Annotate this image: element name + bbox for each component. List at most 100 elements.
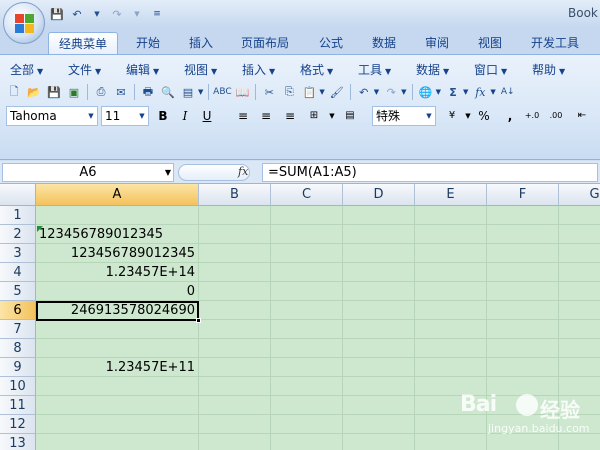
chevron-down-icon[interactable]: ▼ bbox=[436, 88, 441, 96]
insert-function-icon[interactable]: fx bbox=[238, 165, 248, 178]
menu-file[interactable]: 文件 ▼ bbox=[68, 61, 101, 78]
chevron-down-icon[interactable]: ▼ bbox=[374, 88, 379, 96]
decrease-decimal-icon[interactable]: .00 bbox=[546, 106, 566, 126]
column-header-d[interactable]: D bbox=[343, 184, 415, 206]
permission-icon[interactable]: ▣ bbox=[64, 82, 84, 102]
email-icon[interactable]: ✉ bbox=[111, 82, 131, 102]
comma-button[interactable]: , bbox=[500, 106, 520, 126]
increase-decimal-icon[interactable]: +.0 bbox=[522, 106, 542, 126]
cell-a2[interactable]: 123456789012345 bbox=[36, 225, 198, 244]
menu-insert[interactable]: 插入 ▼ bbox=[242, 61, 275, 78]
align-right-icon[interactable]: ≡ bbox=[280, 106, 300, 126]
undo-dropdown-icon[interactable]: ▼ bbox=[88, 5, 106, 23]
menu-data[interactable]: 数据 ▼ bbox=[416, 61, 449, 78]
tab-view[interactable]: 视图 bbox=[478, 32, 502, 54]
chevron-down-icon[interactable]: ▼ bbox=[198, 88, 203, 96]
save-icon[interactable]: 💾 bbox=[48, 5, 66, 23]
print-preview-icon[interactable]: ⎙ bbox=[91, 82, 111, 102]
row-header-10[interactable]: 10 bbox=[0, 377, 36, 396]
copy-icon[interactable]: ⎘ bbox=[279, 82, 299, 102]
row-header-8[interactable]: 8 bbox=[0, 339, 36, 358]
save-icon[interactable]: 💾 bbox=[44, 82, 64, 102]
column-header-e[interactable]: E bbox=[415, 184, 487, 206]
paste-icon[interactable]: 📋 bbox=[299, 82, 319, 102]
underline-button[interactable]: U bbox=[197, 106, 217, 126]
fill-handle[interactable] bbox=[196, 318, 201, 323]
name-box[interactable]: A6 ▼ bbox=[2, 163, 174, 182]
open-folder-icon[interactable]: 📂 bbox=[24, 82, 44, 102]
function-icon[interactable]: fx bbox=[470, 82, 490, 102]
customize-icon[interactable]: ≡ bbox=[148, 5, 166, 23]
redo-icon[interactable]: ↷ bbox=[381, 82, 401, 102]
row-header-7[interactable]: 7 bbox=[0, 320, 36, 339]
redo-icon[interactable]: ↷ bbox=[108, 5, 126, 23]
row-header-2[interactable]: 2 bbox=[0, 225, 36, 244]
menu-help[interactable]: 帮助 ▼ bbox=[532, 61, 565, 78]
column-header-a[interactable]: A bbox=[36, 184, 199, 206]
tab-home[interactable]: 开始 bbox=[136, 32, 160, 54]
chevron-down-icon[interactable]: ▼ bbox=[319, 88, 324, 96]
formula-input[interactable]: =SUM(A1:A5) bbox=[262, 163, 598, 182]
research-icon[interactable]: 📖 bbox=[232, 82, 252, 102]
font-name-select[interactable]: Tahoma ▼ bbox=[6, 106, 98, 126]
autosum-icon[interactable]: Σ bbox=[443, 82, 463, 102]
cell-a4[interactable]: 1.23457E+14 bbox=[36, 263, 198, 282]
undo-icon[interactable]: ↶ bbox=[354, 82, 374, 102]
bold-button[interactable]: B bbox=[153, 106, 173, 126]
row-header-3[interactable]: 3 bbox=[0, 244, 36, 263]
tab-page-layout[interactable]: 页面布局 bbox=[241, 32, 289, 54]
indent-icon[interactable]: ⇤ bbox=[572, 106, 592, 126]
row-header-11[interactable]: 11 bbox=[0, 396, 36, 415]
office-button[interactable] bbox=[3, 2, 45, 44]
chevron-down-icon[interactable]: ▼ bbox=[322, 106, 342, 126]
percent-button[interactable]: % bbox=[474, 106, 494, 126]
sort-icon[interactable]: A↓ bbox=[498, 82, 518, 102]
cell-a3[interactable]: 123456789012345 bbox=[36, 244, 198, 263]
align-center-icon[interactable]: ≡ bbox=[256, 106, 276, 126]
layout-icon[interactable]: ▤ bbox=[178, 82, 198, 102]
column-header-g[interactable]: G bbox=[559, 184, 600, 206]
menu-edit[interactable]: 编辑 ▼ bbox=[126, 61, 159, 78]
wrap-text-icon[interactable]: ▤ bbox=[340, 106, 360, 126]
tab-insert[interactable]: 插入 bbox=[189, 32, 213, 54]
zoom-icon[interactable]: 🔍 bbox=[158, 82, 178, 102]
cell-a5[interactable]: 0 bbox=[36, 282, 198, 301]
format-painter-icon[interactable]: 🖌 bbox=[327, 82, 347, 102]
column-header-b[interactable]: B bbox=[199, 184, 271, 206]
redo-dropdown-icon[interactable]: ▼ bbox=[128, 5, 146, 23]
chevron-down-icon[interactable]: ▼ bbox=[423, 107, 435, 125]
chevron-down-icon[interactable]: ▼ bbox=[165, 164, 171, 181]
merge-center-icon[interactable]: ⊞ bbox=[304, 106, 324, 126]
error-indicator-icon[interactable] bbox=[37, 226, 43, 232]
row-header-1[interactable]: 1 bbox=[0, 206, 36, 225]
menu-tools[interactable]: 工具 ▼ bbox=[358, 61, 391, 78]
chevron-down-icon[interactable]: ▼ bbox=[401, 88, 406, 96]
tab-developer[interactable]: 开发工具 bbox=[531, 32, 579, 54]
column-header-c[interactable]: C bbox=[271, 184, 343, 206]
menu-view[interactable]: 视图 ▼ bbox=[184, 61, 217, 78]
column-header-f[interactable]: F bbox=[487, 184, 559, 206]
row-header-9[interactable]: 9 bbox=[0, 358, 36, 377]
print-icon[interactable]: 🖶 bbox=[138, 82, 158, 102]
hyperlink-icon[interactable]: 🌐 bbox=[416, 82, 436, 102]
menu-format[interactable]: 格式 ▼ bbox=[300, 61, 333, 78]
menu-window[interactable]: 窗口 ▼ bbox=[474, 61, 507, 78]
spelling-icon[interactable]: ABC bbox=[212, 82, 232, 102]
cut-icon[interactable]: ✂ bbox=[259, 82, 279, 102]
row-header-13[interactable]: 13 bbox=[0, 434, 36, 450]
menu-all[interactable]: 全部 ▼ bbox=[10, 61, 43, 78]
row-header-6[interactable]: 6 bbox=[0, 301, 36, 320]
font-size-select[interactable]: 11 ▼ bbox=[101, 106, 149, 126]
tab-classic-menu[interactable]: 经典菜单 bbox=[48, 32, 118, 54]
italic-button[interactable]: I bbox=[175, 106, 195, 126]
chevron-down-icon[interactable]: ▼ bbox=[136, 107, 148, 125]
chevron-down-icon[interactable]: ▼ bbox=[490, 88, 495, 96]
chevron-down-icon[interactable]: ▼ bbox=[85, 107, 97, 125]
tab-review[interactable]: 审阅 bbox=[425, 32, 449, 54]
tab-formulas[interactable]: 公式 bbox=[319, 32, 343, 54]
undo-icon[interactable]: ↶ bbox=[68, 5, 86, 23]
row-header-5[interactable]: 5 bbox=[0, 282, 36, 301]
tab-data[interactable]: 数据 bbox=[372, 32, 396, 54]
number-format-select[interactable]: 特殊 ▼ bbox=[372, 106, 436, 126]
row-header-4[interactable]: 4 bbox=[0, 263, 36, 282]
